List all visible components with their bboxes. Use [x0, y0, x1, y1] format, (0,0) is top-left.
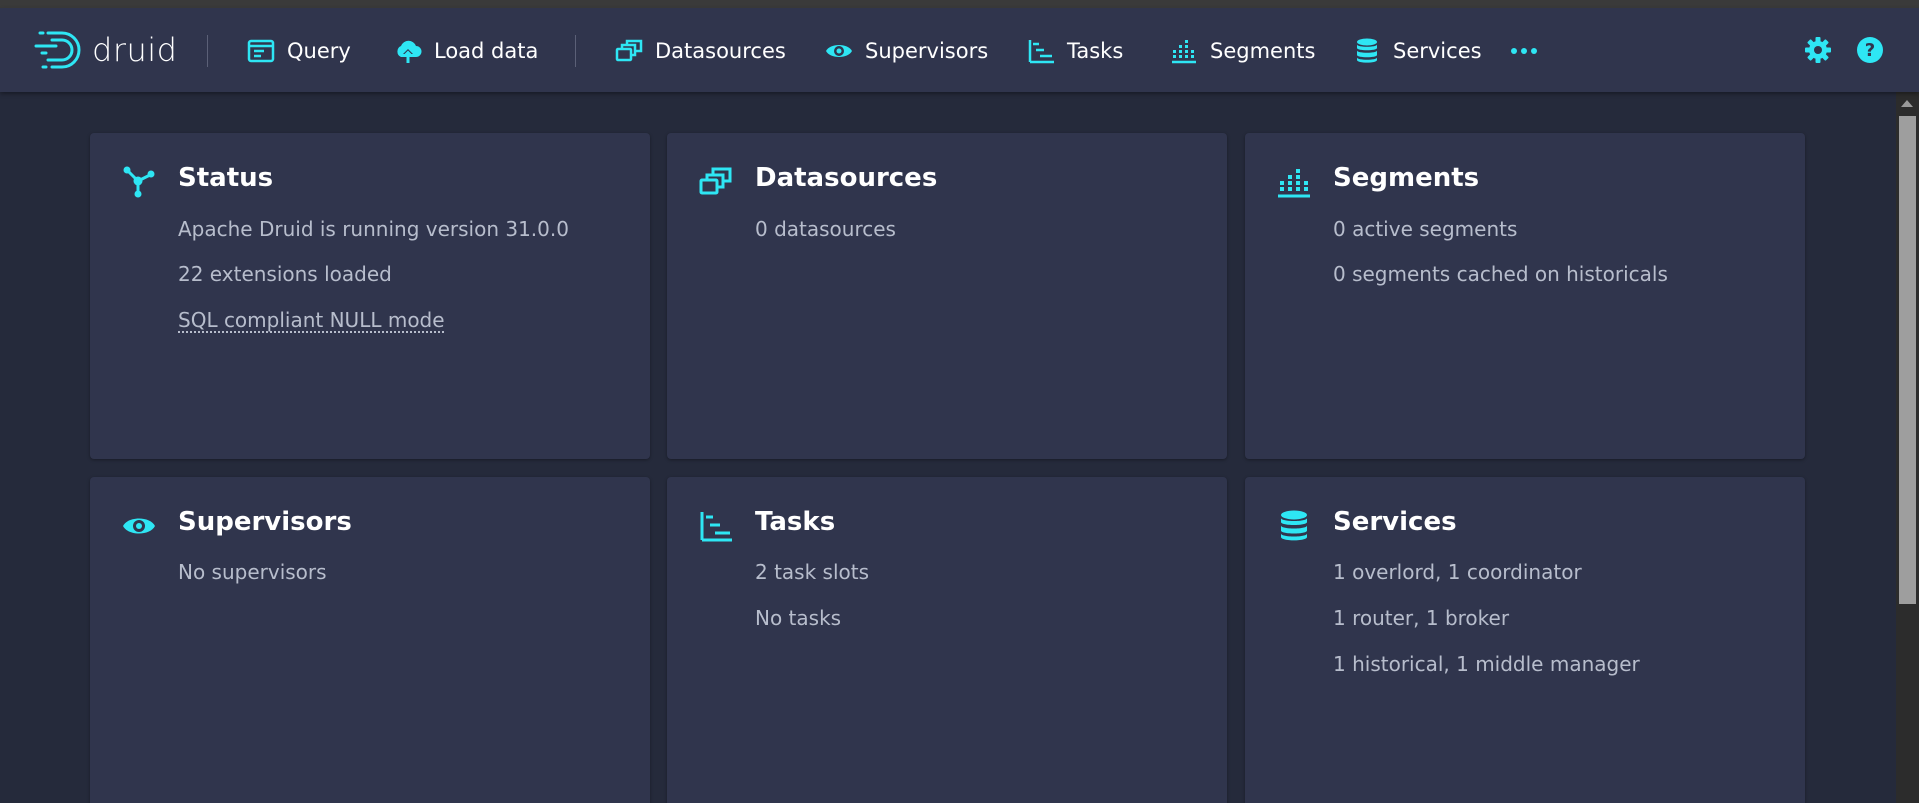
nav-divider: [207, 35, 208, 67]
datasource-count-text: 0 datasources: [755, 217, 896, 241]
scrollbar-thumb[interactable]: [1899, 116, 1916, 604]
druid-logo-icon: [34, 31, 81, 69]
eye-icon: [123, 518, 155, 534]
help-icon: ?: [1857, 37, 1883, 63]
nav-item-label: Tasks: [1067, 39, 1124, 63]
cloud-upload-icon: [397, 40, 422, 63]
version-text: Apache Druid is running version 31.0.0: [178, 217, 569, 241]
druid-logo[interactable]: druid: [34, 29, 177, 71]
supervisors-status-text: No supervisors: [178, 560, 327, 584]
card-title: Supervisors: [178, 507, 352, 537]
tasks-icon: [700, 512, 732, 542]
supervisors-card[interactable]: Supervisors No supervisors: [90, 477, 650, 803]
logo-text: druid: [92, 31, 178, 69]
datasources-icon: [615, 39, 643, 62]
status-card[interactable]: Status Apache Druid is running version 3…: [90, 133, 650, 459]
segments-icon: [1172, 40, 1196, 64]
database-icon: [1281, 510, 1307, 541]
extensions-text: 22 extensions loaded: [178, 262, 392, 286]
query-icon: [247, 39, 275, 63]
nav-item-services[interactable]: Services: [1353, 32, 1482, 70]
more-horizontal-icon: [1511, 48, 1537, 54]
services-line-2: 1 router, 1 broker: [1333, 606, 1510, 630]
nav-item-load-data[interactable]: Load data: [394, 32, 538, 70]
gear-icon: [1805, 37, 1831, 63]
services-card[interactable]: Services 1 overlord, 1 coordinator 1 rou…: [1245, 477, 1805, 803]
services-line-3: 1 historical, 1 middle manager: [1333, 652, 1640, 676]
nav-item-label: Datasources: [655, 39, 786, 63]
more-menu-button[interactable]: [1509, 36, 1539, 66]
services-line-1: 1 overlord, 1 coordinator: [1333, 560, 1582, 584]
card-title: Services: [1333, 507, 1457, 537]
card-title: Tasks: [755, 507, 836, 537]
segments-icon: [1278, 169, 1310, 198]
nav-item-datasources[interactable]: Datasources: [615, 32, 786, 70]
nav-item-query[interactable]: Query: [247, 32, 351, 70]
tasks-icon: [1028, 40, 1054, 64]
task-slots-text: 2 task slots: [755, 560, 870, 584]
card-title: Status: [178, 163, 274, 193]
segments-card[interactable]: Segments 0 active segments 0 segments ca…: [1245, 133, 1805, 459]
top-navbar: druid Query Load data Datasources Superv…: [0, 8, 1919, 92]
nav-item-label: Query: [287, 39, 351, 63]
card-title: Segments: [1333, 163, 1480, 193]
active-segments-text: 0 active segments: [1333, 217, 1518, 241]
home-view: Status Apache Druid is running version 3…: [0, 92, 1896, 803]
cached-segments-text: 0 segments cached on historicals: [1333, 262, 1668, 286]
window-top-strip: [0, 0, 1919, 8]
nav-item-label: Services: [1393, 39, 1482, 63]
settings-button[interactable]: [1803, 35, 1833, 65]
null-mode-link[interactable]: SQL compliant NULL mode: [178, 308, 445, 332]
database-icon: [1357, 38, 1377, 63]
graph-icon: [123, 166, 155, 198]
nav-item-label: Supervisors: [865, 39, 989, 63]
scroll-up-arrow-icon[interactable]: [1901, 100, 1913, 107]
tasks-card[interactable]: Tasks 2 task slots No tasks: [667, 477, 1227, 803]
nav-item-supervisors[interactable]: Supervisors: [825, 32, 988, 70]
svg-text:?: ?: [1865, 40, 1875, 61]
nav-item-tasks[interactable]: Tasks: [1027, 32, 1123, 70]
datasources-icon: [699, 167, 732, 195]
nav-item-label: Load data: [434, 39, 539, 63]
tasks-status-text: No tasks: [755, 606, 842, 630]
nav-item-label: Segments: [1210, 39, 1316, 63]
eye-icon: [826, 45, 852, 57]
datasources-card[interactable]: Datasources 0 datasources: [667, 133, 1227, 459]
help-button[interactable]: ?: [1855, 35, 1885, 65]
vertical-scrollbar[interactable]: [1896, 92, 1919, 803]
nav-item-segments[interactable]: Segments: [1170, 32, 1315, 70]
card-title: Datasources: [755, 163, 938, 193]
nav-divider: [575, 35, 576, 67]
